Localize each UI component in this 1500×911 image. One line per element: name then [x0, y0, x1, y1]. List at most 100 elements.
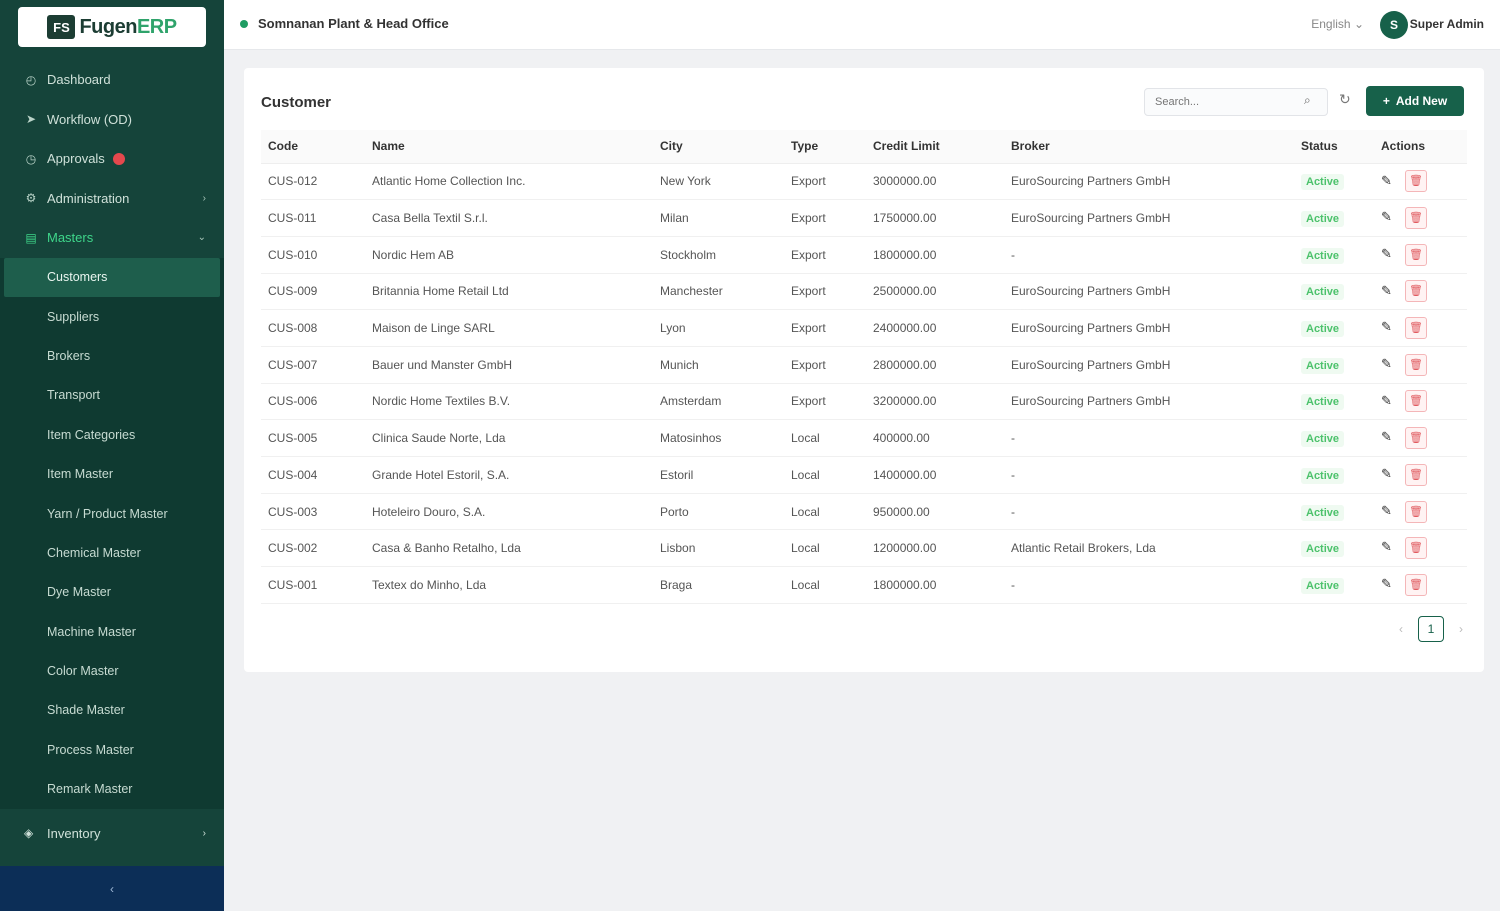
organization-selector[interactable]: Somnanan Plant & Head Office: [240, 16, 449, 31]
delete-icon[interactable]: 🗑︎: [1405, 500, 1427, 523]
edit-icon[interactable]: ✎: [1381, 283, 1393, 299]
sidebar-item-inventory[interactable]: ◈ Inventory ›: [0, 812, 224, 854]
table-cell: EuroSourcing Partners GmbH: [1011, 394, 1171, 409]
delete-icon[interactable]: 🗑︎: [1405, 353, 1427, 376]
table-header-row: Code Name City Type Credit Limit Broker Status…: [261, 130, 1467, 164]
table-cell: Milan: [660, 211, 689, 226]
delete-icon[interactable]: 🗑︎: [1405, 317, 1427, 340]
refresh-icon[interactable]: ↻: [1339, 91, 1351, 108]
sidebar-item-dye-master[interactable]: Dye Master: [0, 573, 224, 612]
language-selector[interactable]: English ⌄: [1311, 17, 1364, 31]
organization-name: Somnanan Plant & Head Office: [258, 16, 449, 31]
sidebar-item-item-master[interactable]: Item Master: [0, 454, 224, 493]
search-input[interactable]: [1144, 88, 1328, 116]
search-icon[interactable]: ⌕: [1304, 93, 1311, 108]
user-name[interactable]: Super Admin: [1410, 17, 1484, 31]
edit-icon[interactable]: ✎: [1381, 356, 1393, 372]
sidebar-item-suppliers[interactable]: Suppliers: [0, 297, 224, 336]
table-row[interactable]: CUS-009 Britannia Home Retail Ltd Manchest…: [261, 273, 1467, 310]
sidebar-item-item-categories[interactable]: Item Categories: [0, 415, 224, 454]
sidebar-item-shade-master[interactable]: Shade Master: [0, 691, 224, 730]
next-page-button[interactable]: ›: [1454, 622, 1468, 636]
table-row[interactable]: CUS-011 Casa Bella Textil S.r.l. Milan Expo…: [261, 200, 1467, 237]
column-header[interactable]: Name: [365, 130, 653, 164]
sidebar-collapse-button[interactable]: ‹: [0, 866, 224, 911]
page-button-current[interactable]: 1: [1418, 616, 1444, 642]
column-header[interactable]: Credit Limit: [866, 130, 1004, 164]
table-cell: Matosinhos: [660, 431, 722, 446]
column-header[interactable]: Status: [1294, 130, 1374, 164]
table-cell: Export: [791, 357, 826, 372]
table-row[interactable]: CUS-010 Nordic Hem AB Stockholm Export 18000…: [261, 236, 1467, 274]
sidebar-item-chemical-master[interactable]: Chemical Master: [0, 533, 224, 572]
delete-icon[interactable]: 🗑︎: [1405, 280, 1427, 303]
table-row[interactable]: CUS-002 Casa & Banho Retalho, Lda Lisbon Lo…: [261, 530, 1467, 567]
edit-icon[interactable]: ✎: [1381, 246, 1393, 262]
sidebar-item-workflow[interactable]: ➤ Workflow (OD): [0, 100, 224, 140]
edit-icon[interactable]: ✎: [1381, 539, 1393, 555]
table-row[interactable]: CUS-006 Nordic Home Textiles B.V. Amsterda…: [261, 383, 1467, 420]
sidebar-item-transport[interactable]: Transport: [0, 376, 224, 415]
column-header[interactable]: Type: [784, 130, 866, 164]
app-logo[interactable]: FS FugenERP: [18, 7, 206, 47]
table-cell: CUS-008: [268, 321, 318, 336]
sidebar-item-brokers[interactable]: Brokers: [0, 336, 224, 375]
edit-icon[interactable]: ✎: [1381, 503, 1393, 519]
delete-icon[interactable]: 🗑︎: [1405, 243, 1427, 266]
edit-icon[interactable]: ✎: [1381, 429, 1393, 445]
table-cell: 400000.00: [873, 431, 930, 446]
sidebar-item-process-master[interactable]: Process Master: [0, 730, 224, 769]
edit-icon[interactable]: ✎: [1381, 466, 1393, 482]
add-new-button[interactable]: + Add New: [1366, 86, 1464, 116]
chevron-right-icon: ›: [202, 827, 206, 839]
status-badge: Active: [1301, 541, 1345, 558]
prev-page-button[interactable]: ‹: [1394, 622, 1408, 636]
sidebar-item-remark-master[interactable]: Remark Master: [0, 770, 224, 809]
sidebar-item-machine-master[interactable]: Machine Master: [0, 612, 224, 651]
sidebar-item-approvals[interactable]: ◷ Approvals: [0, 139, 224, 179]
delete-icon[interactable]: 🗑︎: [1405, 427, 1427, 450]
edit-icon[interactable]: ✎: [1381, 576, 1393, 592]
edit-icon[interactable]: ✎: [1381, 393, 1393, 409]
column-header[interactable]: City: [653, 130, 784, 164]
table-row[interactable]: CUS-005 Clinica Saude Norte, Lda Matosinho…: [261, 420, 1467, 457]
delete-icon[interactable]: 🗑︎: [1405, 573, 1427, 596]
edit-icon[interactable]: ✎: [1381, 173, 1393, 189]
sidebar-item-label: Administration: [47, 190, 130, 206]
edit-icon[interactable]: ✎: [1381, 319, 1393, 335]
sidebar-item-administration[interactable]: ⚙ Administration ›: [0, 179, 224, 219]
table-cell: 2400000.00: [873, 321, 937, 336]
table-row[interactable]: CUS-007 Bauer und Manster GmbH Munich Expor…: [261, 346, 1467, 384]
avatar[interactable]: S: [1380, 11, 1408, 39]
table-cell: EuroSourcing Partners GmbH: [1011, 211, 1171, 226]
table-row[interactable]: CUS-004 Grande Hotel Estoril, S.A. Estoril…: [261, 457, 1467, 494]
sidebar-item-yarn-product-master[interactable]: Yarn / Product Master: [0, 494, 224, 533]
table-row[interactable]: CUS-012 Atlantic Home Collection Inc. New …: [261, 163, 1467, 200]
table-row[interactable]: CUS-003 Hoteleiro Douro, S.A. Porto Local 95…: [261, 493, 1467, 530]
status-badge: Active: [1301, 394, 1345, 411]
customer-table: Code Name City Type Credit Limit Broker Status…: [261, 130, 1467, 604]
sidebar-item-color-master[interactable]: Color Master: [0, 651, 224, 690]
delete-icon[interactable]: 🗑︎: [1405, 207, 1427, 230]
table-row[interactable]: CUS-001 Textex do Minho, Lda Braga Local 180…: [261, 567, 1467, 604]
actions-cell: ✎ 🗑︎: [1374, 200, 1467, 237]
send-icon: ➤: [25, 112, 37, 127]
sidebar-item-label: Workflow (OD): [47, 111, 132, 127]
table-row[interactable]: CUS-008 Maison de Linge SARL Lyon Export 240…: [261, 310, 1467, 347]
add-new-label: Add New: [1395, 94, 1448, 108]
column-header[interactable]: Broker: [1004, 130, 1294, 164]
edit-icon[interactable]: ✎: [1381, 209, 1393, 225]
column-header[interactable]: Code: [261, 130, 365, 164]
logo-mark: FS: [47, 15, 76, 39]
column-header[interactable]: Actions: [1374, 130, 1467, 164]
status-cell: Active: [1294, 383, 1374, 420]
sidebar-item-masters[interactable]: ▤ Masters ⌄: [0, 218, 224, 258]
delete-icon[interactable]: 🗑︎: [1405, 390, 1427, 413]
sidebar-item-dashboard[interactable]: ◴ Dashboard: [0, 60, 224, 100]
status-cell: Active: [1294, 530, 1374, 567]
sidebar-item-customers[interactable]: Customers: [4, 257, 220, 297]
delete-icon[interactable]: 🗑︎: [1405, 463, 1427, 486]
delete-icon[interactable]: 🗑︎: [1405, 537, 1427, 560]
table-cell: 1800000.00: [873, 577, 937, 592]
delete-icon[interactable]: 🗑︎: [1405, 170, 1427, 193]
